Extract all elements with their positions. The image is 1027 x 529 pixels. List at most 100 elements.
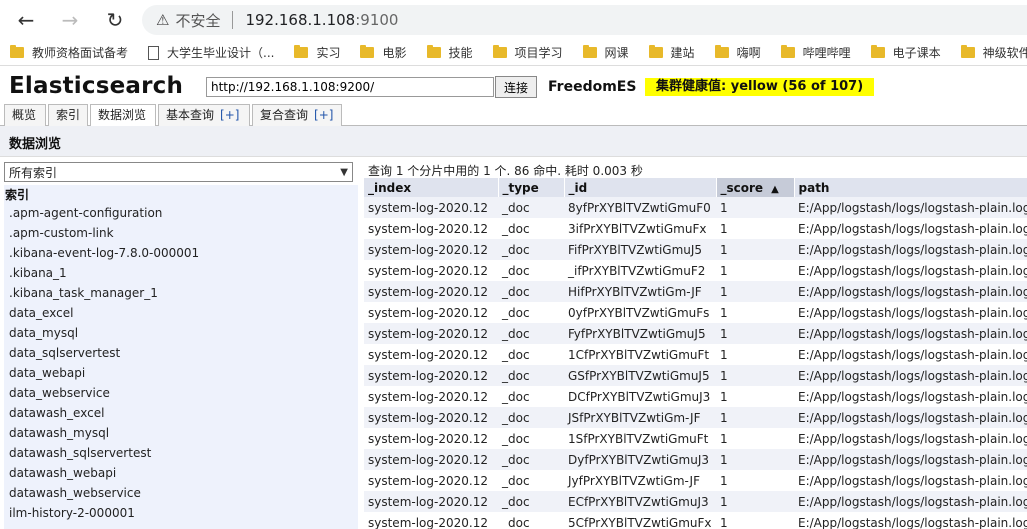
bookmark-item[interactable]: 电子课本 <box>870 44 941 61</box>
column-header-index[interactable]: _index <box>364 178 499 197</box>
column-header-type[interactable]: _type <box>498 178 565 197</box>
cell-index: system-log-2020.12 <box>364 239 498 260</box>
browser-toolbar: ← → ↻ ⚠ 不安全 192.168.1.108:9100 <box>0 0 1027 40</box>
cell-index: system-log-2020.12 <box>364 260 498 281</box>
index-list-item[interactable]: datawash_webapi <box>4 463 358 483</box>
column-header-label: _index <box>368 180 412 195</box>
tab-indices[interactable]: 索引 <box>48 104 88 126</box>
table-row[interactable]: system-log-2020.12 _doc GSfPrXYBlTVZwtiGmu… <box>364 365 1027 386</box>
index-list-item[interactable]: ilm-history-2-000001 <box>4 503 358 523</box>
section-title: 数据浏览 <box>9 137 62 152</box>
table-row[interactable]: system-log-2020.12 _doc JSfPrXYBlTVZwtiGm-… <box>364 407 1027 428</box>
table-row[interactable]: system-log-2020.12 _doc HifPrXYBlTVZwtiGm-… <box>364 281 1027 302</box>
connect-url-input[interactable] <box>206 77 494 97</box>
bookmark-item[interactable]: 建站 <box>648 44 695 61</box>
cell-path: E:/App/logstash/logs/logstash-plain.log <box>794 281 1027 302</box>
index-list-item[interactable]: data_webapi <box>4 363 358 383</box>
index-list-item[interactable]: data_excel <box>4 303 358 323</box>
table-row[interactable]: system-log-2020.12 _doc 3ifPrXYBlTVZwtiGmu… <box>364 218 1027 239</box>
column-header-score[interactable]: _score ▲ <box>716 178 795 197</box>
column-header-path[interactable]: path <box>794 178 1027 197</box>
tab-add-icon[interactable]: [+] <box>220 108 239 122</box>
table-row[interactable]: system-log-2020.12 _doc FifPrXYBlTVZwtiGmu… <box>364 239 1027 260</box>
bookmark-label: 实习 <box>316 46 341 60</box>
bookmark-item[interactable]: 实习 <box>294 44 340 61</box>
bookmark-item[interactable]: 神级软件 <box>960 44 1027 61</box>
bookmark-item[interactable]: 电影 <box>360 44 407 61</box>
cell-score: 1 <box>716 302 794 323</box>
cell-type: _doc <box>498 365 564 386</box>
chevron-down-icon[interactable]: ▼ <box>340 167 348 178</box>
warning-icon[interactable]: ⚠ <box>156 11 169 29</box>
cell-score: 1 <box>716 218 794 239</box>
address-bar[interactable]: ⚠ 不安全 192.168.1.108:9100 <box>142 5 1027 35</box>
tab-browser[interactable]: 数据浏览 <box>90 104 156 127</box>
bookmark-item[interactable]: 大学生毕业设计（... <box>148 44 274 61</box>
table-row[interactable]: system-log-2020.12 _doc _ifPrXYBlTVZwtiGmu… <box>364 260 1027 281</box>
cell-type: _doc <box>498 428 564 449</box>
cell-score: 1 <box>716 197 794 218</box>
column-header-label: _id <box>568 180 588 195</box>
table-row[interactable]: system-log-2020.12 _doc 1CfPrXYBlTVZwtiGmu… <box>364 344 1027 365</box>
bookmark-item[interactable]: 哔哩哔哩 <box>780 44 851 61</box>
index-list-item[interactable]: .kibana_task_manager_1 <box>4 283 358 303</box>
table-row[interactable]: system-log-2020.12 _doc ECfPrXYBlTVZwtiGmu… <box>364 491 1027 512</box>
cell-index: system-log-2020.12 <box>364 491 498 512</box>
cell-id: 5CfPrXYBlTVZwtiGmuFx <box>564 512 716 529</box>
table-row[interactable]: system-log-2020.12 _doc DCfPrXYBlTVZwtiGmu… <box>364 386 1027 407</box>
index-select[interactable]: 所有索引 ▼ <box>4 162 353 182</box>
cell-type: _doc <box>498 281 564 302</box>
index-list-item[interactable]: .kibana_1 <box>4 263 358 283</box>
security-label[interactable]: 不安全 <box>175 10 220 31</box>
cell-score: 1 <box>716 260 794 281</box>
index-list-item[interactable]: datawash_webservice <box>4 483 358 503</box>
tab-add-icon[interactable]: [+] <box>314 108 333 122</box>
table-row[interactable]: system-log-2020.12 _doc 0yfPrXYBlTVZwtiGmu… <box>364 302 1027 323</box>
connect-button[interactable]: 连接 <box>495 76 537 98</box>
cell-type: _doc <box>498 344 564 365</box>
tab-overview[interactable]: 概览 <box>4 104 46 126</box>
cell-path: E:/App/logstash/logs/logstash-plain.log <box>794 386 1027 407</box>
index-list-item[interactable]: datawash_sqlservertest <box>4 443 358 463</box>
index-list-item[interactable]: data_mysql <box>4 323 358 343</box>
arrow-right-icon[interactable]: → <box>58 8 82 32</box>
bookmark-item[interactable]: 项目学习 <box>492 44 563 61</box>
cell-id: HifPrXYBlTVZwtiGm-JF <box>564 281 716 302</box>
table-row[interactable]: system-log-2020.12 _doc 5CfPrXYBlTVZwtiGmu… <box>364 512 1027 529</box>
cluster-name: FreedomES <box>548 79 637 95</box>
url-text[interactable]: 192.168.1.108:9100 <box>245 11 398 29</box>
index-list-item[interactable]: .apm-custom-link <box>4 223 358 243</box>
tab-label: 索引 <box>56 108 81 122</box>
index-list-item[interactable]: data_webservice <box>4 383 358 403</box>
table-row[interactable]: system-log-2020.12 _doc FyfPrXYBlTVZwtiGmu… <box>364 323 1027 344</box>
bookmark-item[interactable]: 网课 <box>582 44 629 61</box>
cell-type: _doc <box>498 218 564 239</box>
index-list-item[interactable]: datawash_excel <box>4 403 358 423</box>
index-list-item[interactable]: datawash_mysql <box>4 423 358 443</box>
table-row[interactable]: system-log-2020.12 _doc JyfPrXYBlTVZwtiGm-… <box>364 470 1027 491</box>
folder-icon <box>870 45 885 58</box>
tab-label: 复合查询 <box>260 108 309 122</box>
cell-id: ECfPrXYBlTVZwtiGmuJ3 <box>564 491 716 512</box>
column-header-label: path <box>798 180 830 195</box>
bookmark-item[interactable]: 嗨啊 <box>714 44 761 61</box>
bookmark-item[interactable]: 技能 <box>426 44 473 61</box>
table-row[interactable]: system-log-2020.12 _doc 8yfPrXYBlTVZwtiGmu… <box>364 197 1027 218</box>
index-list-item[interactable]: .apm-agent-configuration <box>4 203 358 223</box>
cell-index: system-log-2020.12 <box>364 197 498 218</box>
table-row[interactable]: system-log-2020.12 _doc 1SfPrXYBlTVZwtiGmu… <box>364 428 1027 449</box>
tab-compound-query[interactable]: 复合查询 [+] <box>252 104 342 126</box>
url-host: 192.168.1.108 <box>245 11 356 29</box>
column-header-id[interactable]: _id <box>564 178 717 197</box>
bookmark-item[interactable]: 教师资格面试备考 <box>10 44 128 61</box>
index-list-item[interactable]: .kibana-event-log-7.8.0-000001 <box>4 243 358 263</box>
page-icon <box>148 45 160 60</box>
table-row[interactable]: system-log-2020.12 _doc DyfPrXYBlTVZwtiGmu… <box>364 449 1027 470</box>
index-list-item[interactable]: data_sqlservertest <box>4 343 358 363</box>
cell-index: system-log-2020.12 <box>364 407 498 428</box>
reload-icon[interactable]: ↻ <box>103 8 127 32</box>
tab-basic-query[interactable]: 基本查询 [+] <box>158 104 250 126</box>
cell-index: system-log-2020.12 <box>364 218 498 239</box>
arrow-left-icon[interactable]: ← <box>14 8 38 32</box>
cell-score: 1 <box>716 428 794 449</box>
